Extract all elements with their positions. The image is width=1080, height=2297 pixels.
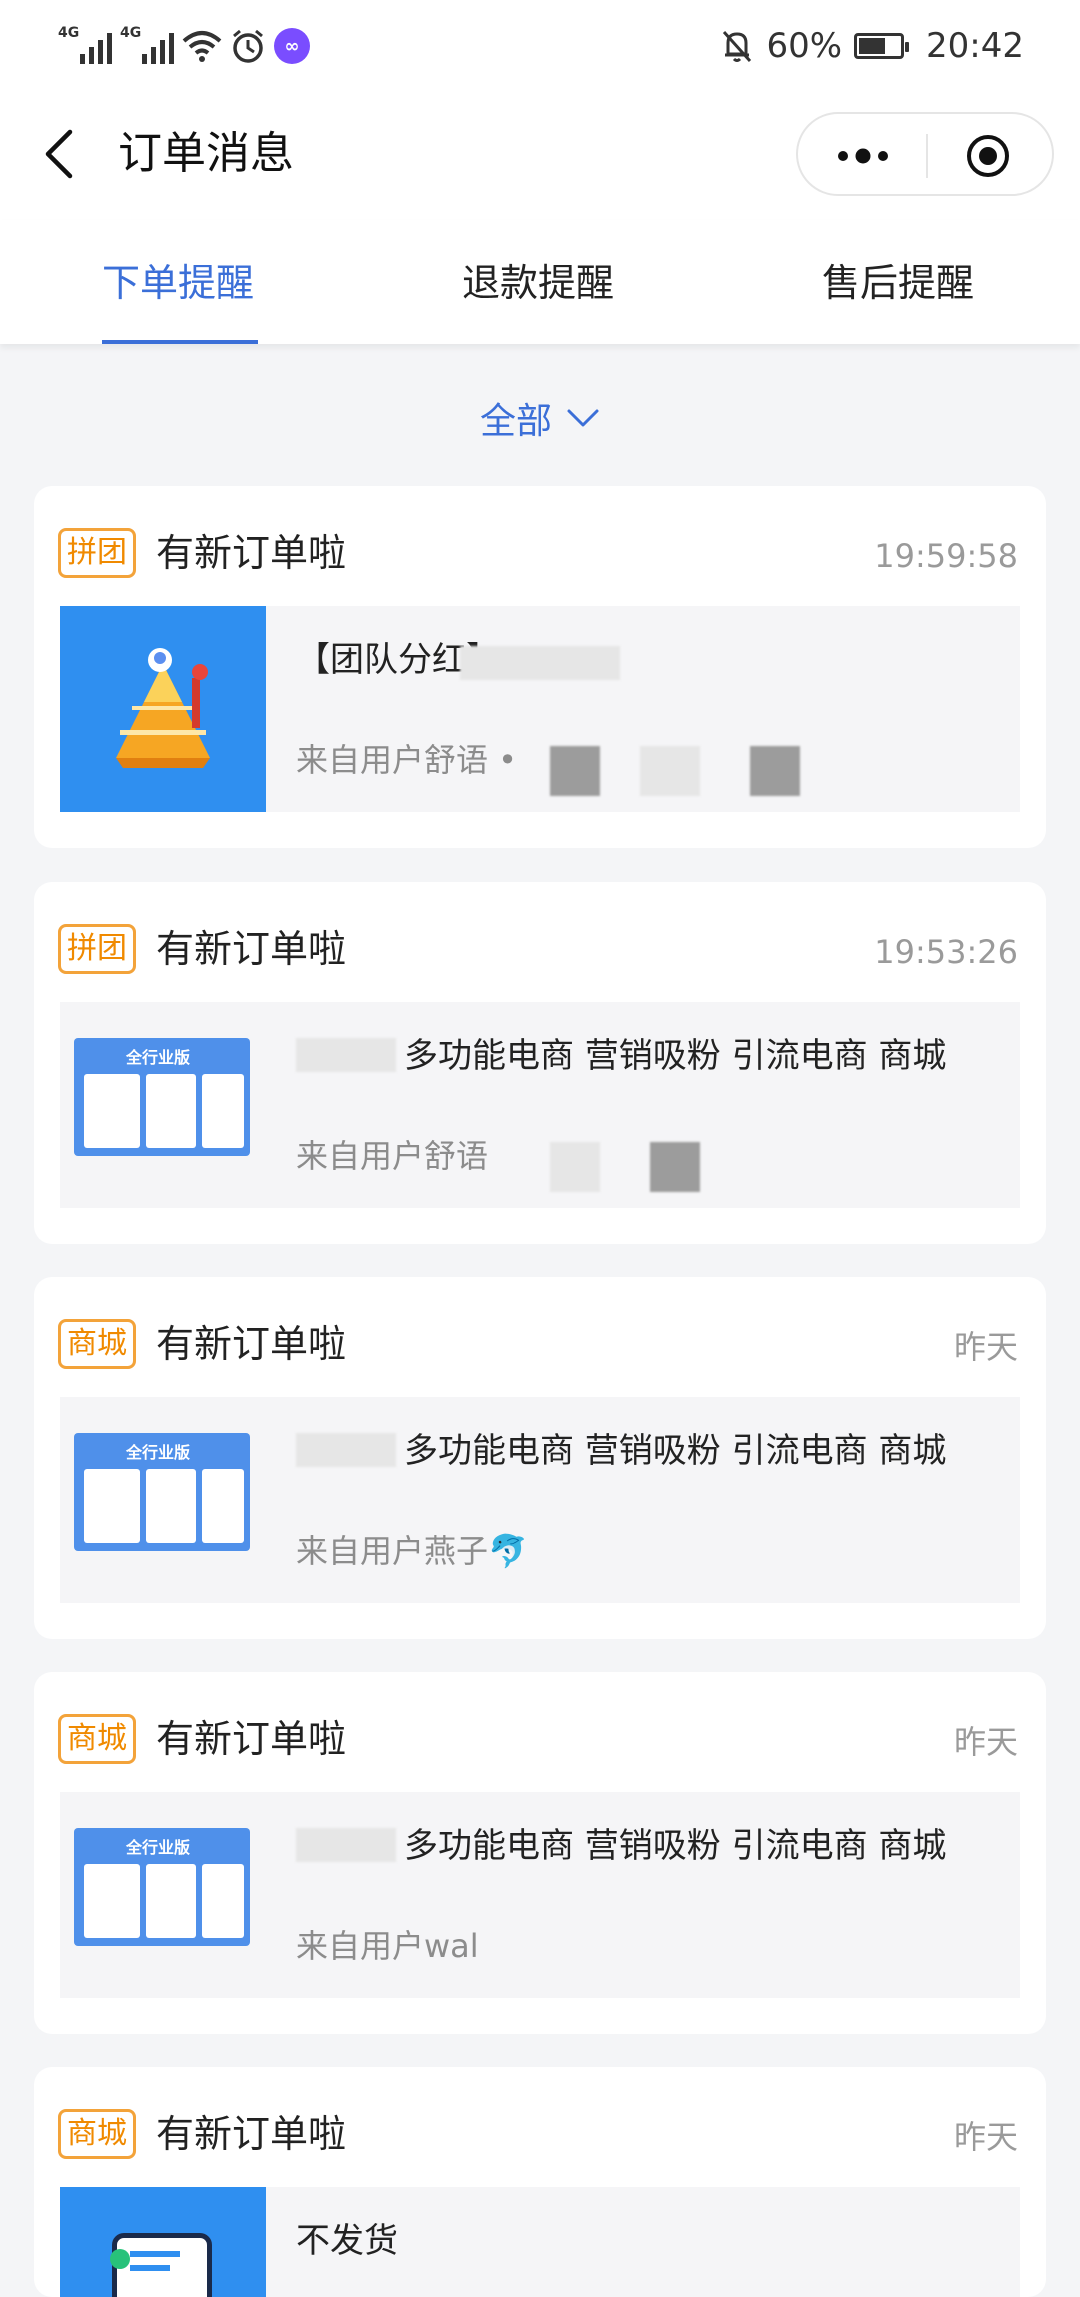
order-from-user: 来自用户舒语 bbox=[296, 1137, 489, 1175]
order-time: 昨天 bbox=[953, 1723, 1018, 1761]
thumbnail-banner-text: 全行业版 bbox=[126, 1048, 191, 1067]
order-from-user: 来自用户舒语 • bbox=[296, 741, 518, 779]
order-title: 有新订单啦 bbox=[156, 531, 347, 575]
order-title: 有新订单啦 bbox=[156, 2112, 347, 2156]
product-thumbnail: 全行业版 bbox=[60, 1397, 266, 1603]
redacted-text bbox=[460, 646, 620, 680]
redacted-text bbox=[296, 1828, 396, 1862]
thumbnail-banner-text: 全行业版 bbox=[126, 1443, 191, 1462]
redacted-block bbox=[650, 1142, 700, 1192]
status-bar: 4G 4G ∞ 60% 20:42 bbox=[0, 0, 1080, 92]
order-title: 有新订单啦 bbox=[156, 1322, 347, 1366]
order-product-row[interactable]: 【团队分红】 来自用户舒语 • bbox=[60, 606, 1020, 812]
bell-muted-icon bbox=[723, 30, 752, 63]
redacted-block bbox=[550, 1142, 600, 1192]
status-right: 60% 20:42 bbox=[720, 22, 1024, 70]
redacted-block bbox=[750, 746, 800, 796]
more-options-icon[interactable] bbox=[834, 138, 892, 174]
battery-icon bbox=[854, 33, 910, 59]
tab-bar: 下单提醒 退款提醒 售后提醒 bbox=[0, 220, 1080, 344]
product-title: 不发货 bbox=[296, 2221, 398, 2261]
redacted-block bbox=[640, 746, 700, 796]
filter-label: 全部 bbox=[479, 401, 552, 442]
network-type-1: 4G bbox=[58, 25, 80, 41]
redacted-text bbox=[296, 1038, 396, 1072]
tab-aftersale-reminder[interactable]: 售后提醒 bbox=[822, 258, 974, 308]
thumbnail-banner-text: 全行业版 bbox=[126, 1838, 191, 1857]
order-from-user: 来自用户燕子🐬 bbox=[296, 1532, 528, 1570]
order-time: 19:59:58 bbox=[874, 537, 1018, 575]
clock-time: 20:42 bbox=[926, 26, 1024, 66]
miniprogram-capsule bbox=[796, 112, 1054, 196]
order-time: 昨天 bbox=[953, 2118, 1018, 2156]
alarm-icon bbox=[233, 29, 263, 63]
status-left: 4G 4G ∞ bbox=[58, 22, 310, 70]
product-thumbnail: 全行业版 bbox=[60, 1792, 266, 1998]
battery-percent: 60% bbox=[766, 26, 843, 66]
product-thumbnail bbox=[60, 2187, 266, 2297]
order-card[interactable]: 拼团 有新订单啦 19:53:26 全行业版 多功能电商 营销吸粉 引流电商 商… bbox=[34, 882, 1046, 1244]
product-title: 多功能电商 营销吸粉 引流电商 商城 bbox=[404, 1431, 947, 1471]
tab-order-reminder[interactable]: 下单提醒 bbox=[102, 258, 254, 308]
order-card[interactable]: 拼团 有新订单啦 19:59:58 【团队分红】 来自用户舒语 • bbox=[34, 486, 1046, 848]
order-card[interactable]: 商城 有新订单啦 昨天 全行业版 多功能电商 营销吸粉 引流电商 商城 来自用户… bbox=[34, 1672, 1046, 2034]
order-time: 昨天 bbox=[953, 1328, 1018, 1366]
order-title: 有新订单啦 bbox=[156, 1717, 347, 1761]
order-type-badge: 拼团 bbox=[58, 924, 136, 974]
redacted-text bbox=[296, 1433, 396, 1467]
back-arrow-icon[interactable] bbox=[38, 124, 82, 184]
close-miniprogram-icon[interactable] bbox=[966, 134, 1010, 178]
order-product-row[interactable]: 不发货 bbox=[60, 2187, 1020, 2297]
product-thumbnail bbox=[60, 606, 266, 812]
product-title: 多功能电商 营销吸粉 引流电商 商城 bbox=[404, 1036, 947, 1076]
app-notification-icon: ∞ bbox=[274, 28, 310, 64]
order-card[interactable]: 商城 有新订单啦 昨天 全行业版 多功能电商 营销吸粉 引流电商 商城 来自用户… bbox=[34, 1277, 1046, 1639]
page-title: 订单消息 bbox=[118, 128, 294, 179]
product-title: 多功能电商 营销吸粉 引流电商 商城 bbox=[404, 1826, 947, 1866]
order-type-badge: 商城 bbox=[58, 2109, 136, 2159]
order-type-badge: 商城 bbox=[58, 1319, 136, 1369]
network-type-2: 4G bbox=[120, 25, 142, 41]
filter-dropdown[interactable]: 全部 bbox=[0, 388, 1080, 448]
product-thumbnail: 全行业版 bbox=[60, 1002, 266, 1208]
signal-1-icon: 4G bbox=[58, 25, 112, 64]
nav-bar: 订单消息 bbox=[0, 92, 1080, 220]
active-tab-indicator bbox=[102, 340, 258, 344]
order-card[interactable]: 商城 有新订单啦 昨天 不发货 bbox=[34, 2067, 1046, 2297]
order-title: 有新订单啦 bbox=[156, 927, 347, 971]
order-product-row[interactable]: 全行业版 多功能电商 营销吸粉 引流电商 商城 来自用户燕子🐬 bbox=[60, 1397, 1020, 1603]
order-product-row[interactable]: 全行业版 多功能电商 营销吸粉 引流电商 商城 来自用户舒语 bbox=[60, 1002, 1020, 1208]
order-from-user: 来自用户wal bbox=[296, 1927, 479, 1965]
capsule-divider bbox=[926, 134, 928, 178]
order-product-row[interactable]: 全行业版 多功能电商 营销吸粉 引流电商 商城 来自用户wal bbox=[60, 1792, 1020, 1998]
signal-2-icon: 4G bbox=[120, 25, 174, 64]
tab-refund-reminder[interactable]: 退款提醒 bbox=[462, 258, 614, 308]
order-type-badge: 商城 bbox=[58, 1714, 136, 1764]
wifi-icon bbox=[182, 31, 222, 62]
order-time: 19:53:26 bbox=[874, 933, 1018, 971]
order-type-badge: 拼团 bbox=[58, 528, 136, 578]
chevron-down-icon bbox=[567, 409, 599, 427]
pyramid-icon bbox=[116, 648, 210, 768]
redacted-block bbox=[550, 746, 600, 796]
